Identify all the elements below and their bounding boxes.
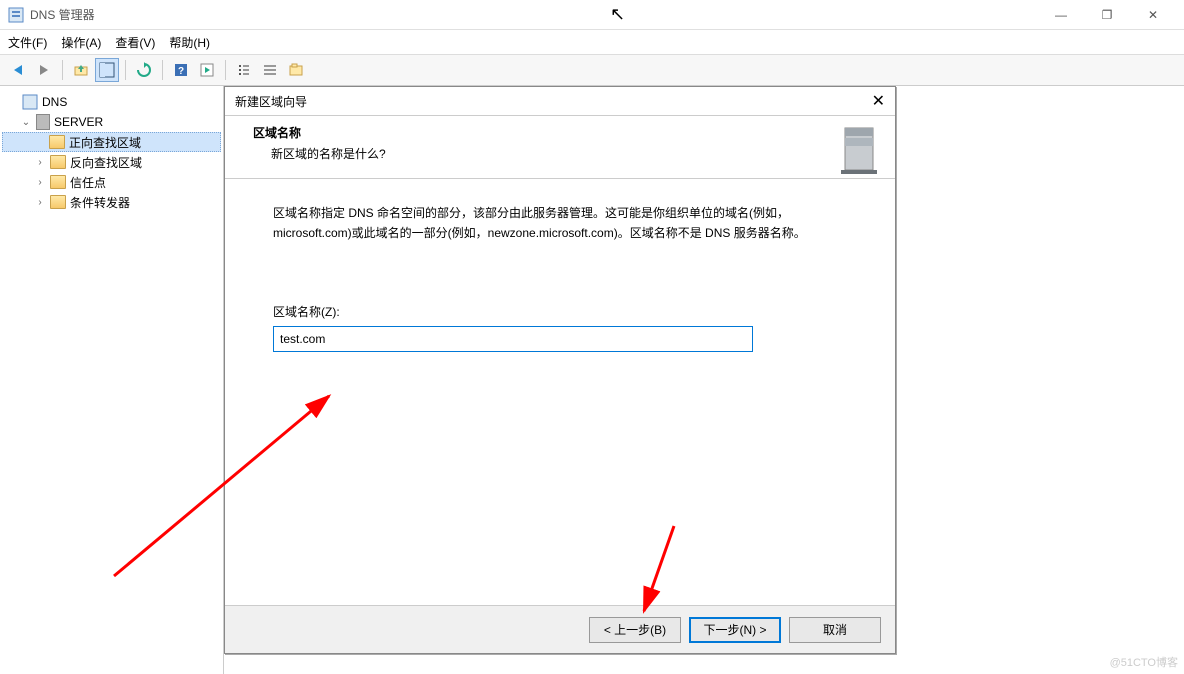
app-icon <box>8 7 24 23</box>
list-button-1[interactable] <box>232 58 256 82</box>
next-button[interactable]: 下一步(N) > <box>689 617 781 643</box>
refresh-button[interactable] <box>132 58 156 82</box>
tree-forward-zones[interactable]: 正向查找区域 <box>2 132 221 152</box>
dns-icon <box>22 94 38 110</box>
back-button[interactable] <box>6 58 30 82</box>
new-zone-wizard-dialog: 新建区域向导 ✕ 区域名称 新区域的名称是什么? 区域名称指定 DNS 命名空间… <box>224 86 896 654</box>
folder-icon <box>50 175 66 189</box>
svg-text:?: ? <box>178 66 184 77</box>
back-button[interactable]: < 上一步(B) <box>589 617 681 643</box>
menu-help[interactable]: 帮助(H) <box>169 34 210 51</box>
forward-button[interactable] <box>32 58 56 82</box>
folder-icon <box>50 195 66 209</box>
tree-trust-points[interactable]: › 信任点 <box>2 172 221 192</box>
dialog-heading: 区域名称 <box>253 126 301 140</box>
dialog-description: 区域名称指定 DNS 命名空间的部分，该部分由此服务器管理。这可能是你组织单位的… <box>273 203 847 243</box>
minimize-button[interactable]: — <box>1038 0 1084 30</box>
tree-server-label: SERVER <box>54 115 103 129</box>
tree-fwd-label: 正向查找区域 <box>69 134 141 151</box>
tree-rev-label: 反向查找区域 <box>70 154 142 171</box>
help-button[interactable]: ? <box>169 58 193 82</box>
watermark: @51CTO博客 <box>1110 654 1178 670</box>
toolbar: ? <box>0 54 1184 86</box>
server-icon <box>36 114 50 130</box>
filter-button[interactable] <box>284 58 308 82</box>
tree-reverse-zones[interactable]: › 反向查找区域 <box>2 152 221 172</box>
collapse-icon: ⌄ <box>20 117 32 128</box>
list-button-2[interactable] <box>258 58 282 82</box>
titlebar: DNS 管理器 — ❐ ✕ <box>0 0 1184 30</box>
menubar: 文件(F) 操作(A) 查看(V) 帮助(H) <box>0 30 1184 54</box>
folder-icon <box>49 135 65 149</box>
tree-conditional-forwarders[interactable]: › 条件转发器 <box>2 192 221 212</box>
expand-icon: › <box>34 157 46 168</box>
folder-icon <box>50 155 66 169</box>
menu-file[interactable]: 文件(F) <box>8 34 47 51</box>
content-panel: 新建区域向导 ✕ 区域名称 新区域的名称是什么? 区域名称指定 DNS 命名空间… <box>224 86 1184 674</box>
zone-name-label: 区域名称(Z): <box>273 303 847 320</box>
dialog-subheading: 新区域的名称是什么? <box>253 145 837 162</box>
close-button[interactable]: ✕ <box>1130 0 1176 30</box>
up-folder-button[interactable] <box>69 58 93 82</box>
tree-server[interactable]: ⌄ SERVER <box>2 112 221 132</box>
cancel-button[interactable]: 取消 <box>789 617 881 643</box>
tree-cond-label: 条件转发器 <box>70 194 130 211</box>
run-button[interactable] <box>195 58 219 82</box>
tree-panel: DNS ⌄ SERVER 正向查找区域 › 反向查找区域 › 信任点 › 条件转… <box>0 86 224 674</box>
menu-action[interactable]: 操作(A) <box>61 34 101 51</box>
dialog-close-button[interactable]: ✕ <box>872 91 885 111</box>
server-tower-icon <box>837 124 881 176</box>
zone-name-input[interactable] <box>273 326 753 352</box>
expand-icon: › <box>34 177 46 188</box>
dialog-title: 新建区域向导 <box>235 93 307 110</box>
tree-dns-root[interactable]: DNS <box>2 92 221 112</box>
window-title: DNS 管理器 <box>30 6 95 23</box>
menu-view[interactable]: 查看(V) <box>115 34 155 51</box>
maximize-button[interactable]: ❐ <box>1084 0 1130 30</box>
show-tree-button[interactable] <box>95 58 119 82</box>
tree-trust-label: 信任点 <box>70 174 106 191</box>
expand-icon: › <box>34 197 46 208</box>
tree-root-label: DNS <box>42 95 67 109</box>
